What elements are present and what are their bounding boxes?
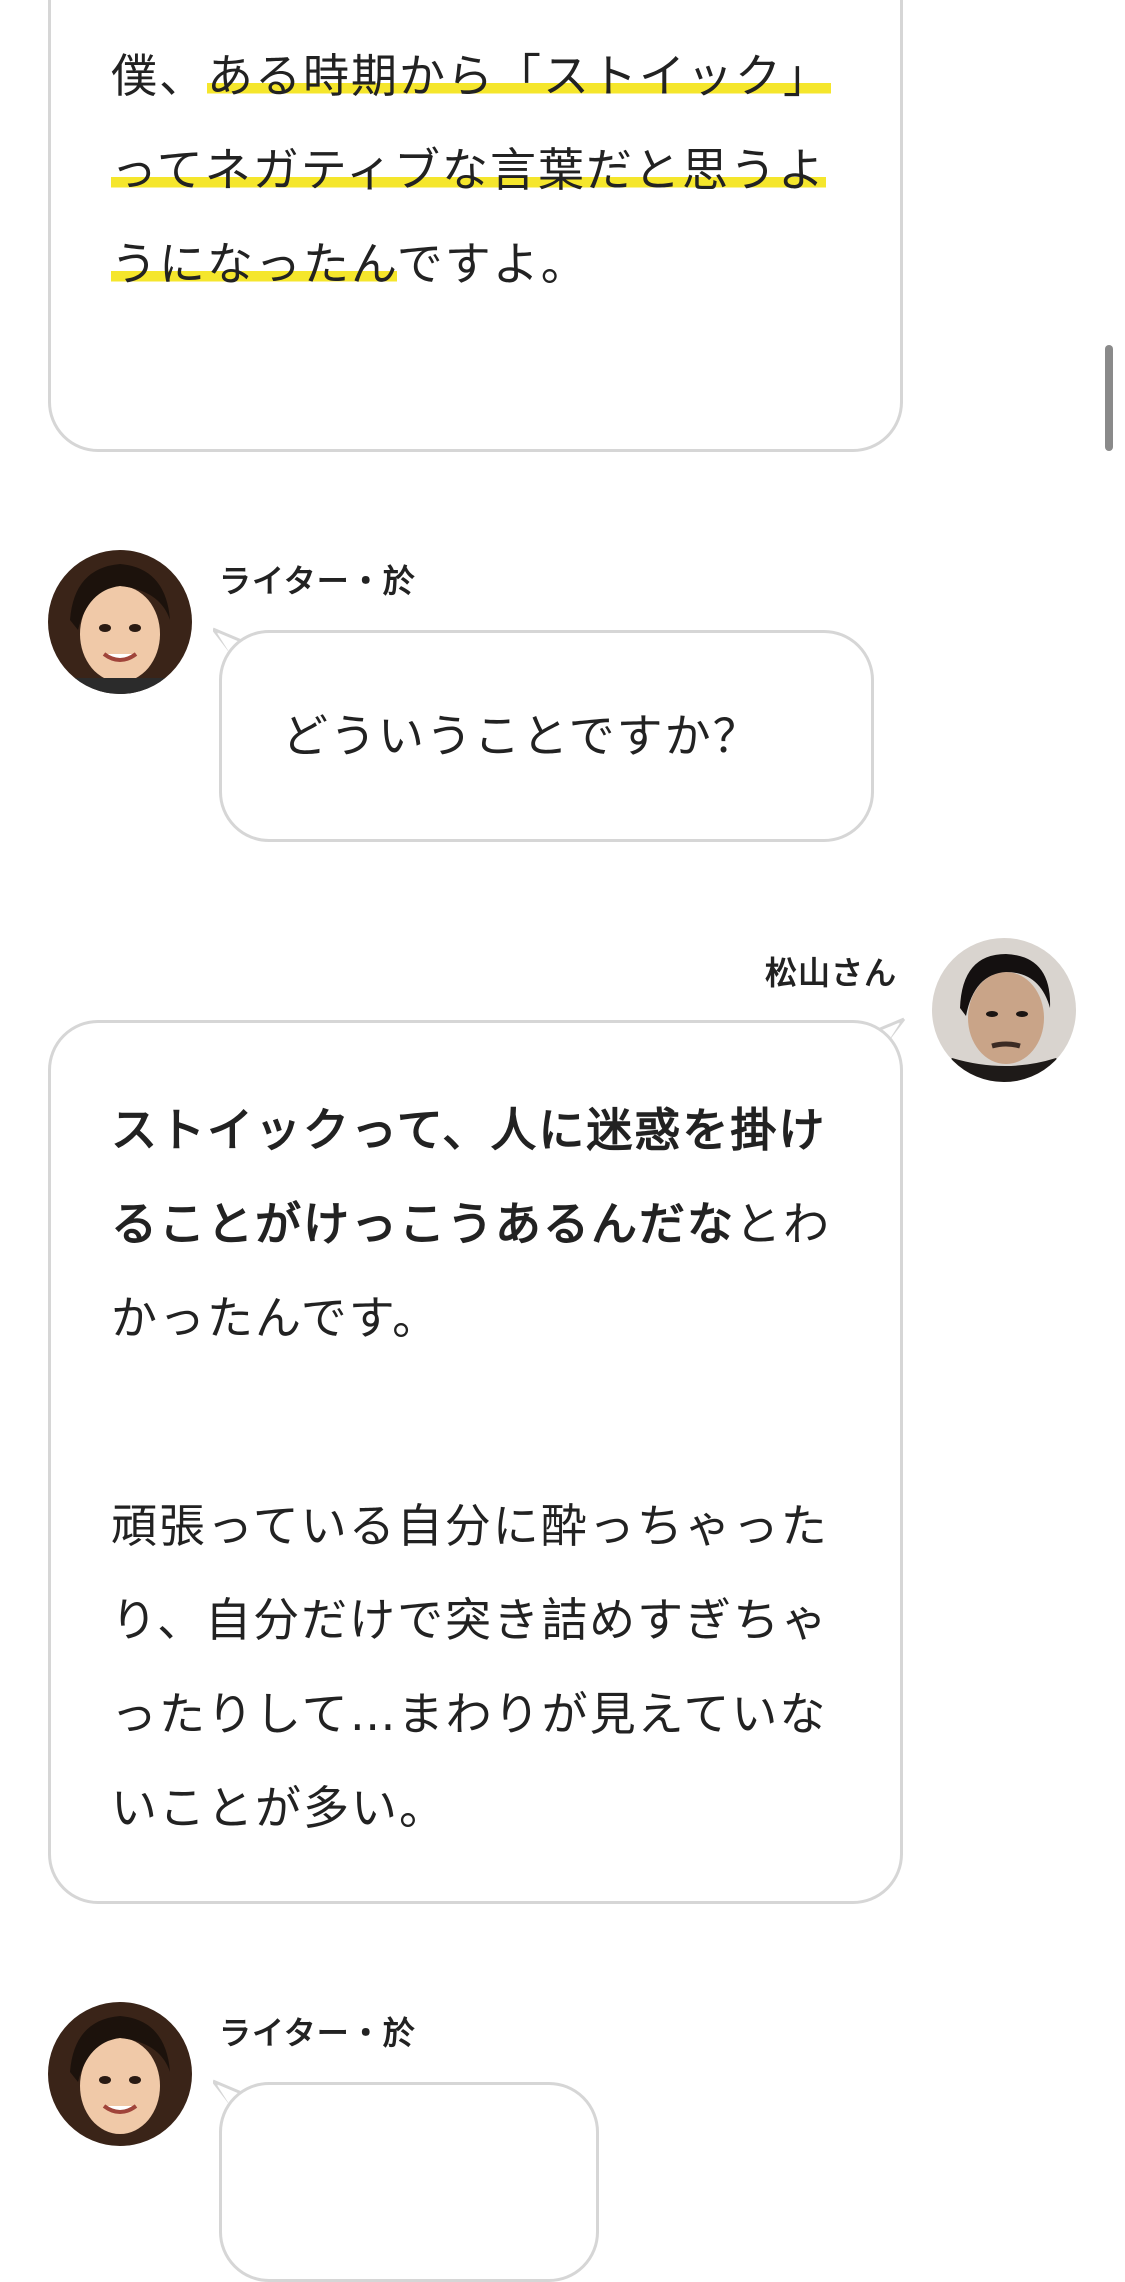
speaker-name: ライター・於: [219, 2014, 416, 2052]
speaker-name: 松山さん: [765, 954, 898, 992]
bubble-text: 僕、ある時期から「ストイック」ってネガティブな言葉だと思うようになったんですよ。: [111, 29, 831, 311]
man-portrait-icon: [932, 938, 1076, 1082]
speech-bubble-writer-1: どういうことですか？: [219, 630, 874, 842]
text-highlight: ある時期から「ストイッ: [207, 49, 735, 103]
avatar-writer: [48, 2002, 192, 2146]
speaker-name: ライター・於: [219, 562, 416, 600]
text-plain: 僕、: [111, 49, 207, 103]
speech-bubble-matsuyama-1: 僕、ある時期から「ストイック」ってネガティブな言葉だと思うようになったんですよ。: [48, 0, 903, 452]
text-bold: ストイックって、人に迷惑を掛けることがけっこうあるんだな: [111, 1103, 827, 1251]
woman-portrait-icon: [48, 2002, 192, 2146]
scrollbar-thumb[interactable]: [1105, 345, 1113, 451]
bubble-text: どういうことですか？: [282, 709, 761, 763]
avatar-matsuyama: [932, 938, 1076, 1082]
text-plain: ですよ。: [396, 237, 589, 291]
speech-bubble-matsuyama-2: ストイックって、人に迷惑を掛けることがけっこうあるんだなとわかったんです。 頑張…: [48, 1020, 903, 1904]
bubble-text: ストイックって、人に迷惑を掛けることがけっこうあるんだなとわかったんです。: [111, 1083, 831, 1365]
speech-bubble-writer-2: [219, 2082, 599, 2282]
woman-portrait-icon: [48, 550, 192, 694]
avatar-writer: [48, 550, 192, 694]
bubble-text: 頑張っている自分に酔っちゃったり、自分だけで突き詰めすぎちゃったりして…まわりが…: [111, 1499, 830, 1835]
